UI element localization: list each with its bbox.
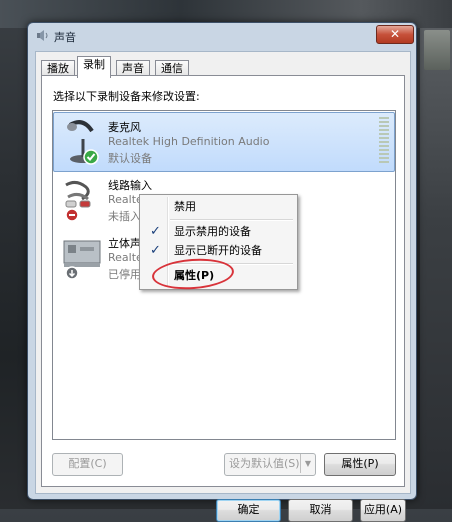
desktop-thumbnail (424, 30, 450, 70)
device-name: 麦克风 (108, 121, 141, 134)
device-context-menu: 禁用 ✓ 显示禁用的设备 ✓ 显示已断开的设备 属性(P) (139, 194, 298, 292)
dialog-client-area: 播放 录制 声音 通信 选择以下录制设备来修改设置: 麦克风 Realtek H… (35, 51, 411, 522)
tab-recording[interactable]: 录制 (77, 56, 111, 78)
checkmark-icon: ✓ (150, 243, 161, 258)
menu-item-label: 显示已断开的设备 (174, 244, 262, 257)
set-default-label: 设为默认值(S) (229, 457, 300, 470)
set-default-button[interactable]: 设为默认值(S) ▼ (224, 453, 316, 476)
speaker-icon (37, 30, 48, 41)
menu-item-show-disconnected-devices[interactable]: ✓ 显示已断开的设备 (142, 241, 295, 261)
level-meter (379, 117, 389, 165)
instruction-text: 选择以下录制设备来修改设置: (53, 90, 200, 103)
menu-item-label: 禁用 (174, 200, 196, 213)
close-icon: ✕ (389, 27, 401, 41)
device-name: 线路输入 (108, 179, 152, 192)
device-item-microphone[interactable]: 麦克风 Realtek High Definition Audio 默认设备 (53, 112, 395, 172)
title-bar[interactable]: 声音 ✕ (28, 23, 416, 49)
line-in-cable-icon (65, 180, 91, 222)
menu-item-disable[interactable]: 禁用 (142, 197, 295, 217)
desktop-background-right (420, 28, 452, 509)
properties-button[interactable]: 属性(P) (324, 453, 396, 476)
ok-button[interactable]: 确定 (216, 499, 281, 522)
device-status: 未插入 (108, 210, 141, 223)
menu-item-show-disabled-devices[interactable]: ✓ 显示禁用的设备 (142, 222, 295, 242)
sound-card-icon (63, 240, 101, 280)
device-status: 已停用 (108, 268, 141, 281)
menu-item-label: 显示禁用的设备 (174, 225, 251, 238)
menu-separator (170, 219, 293, 221)
device-description: Realtek High Definition Audio (108, 135, 270, 148)
window-title: 声音 (54, 31, 76, 44)
red-annotation-circle (151, 256, 235, 292)
cancel-button[interactable]: 取消 (288, 499, 353, 522)
apply-button[interactable]: 应用(A) (360, 499, 406, 522)
sound-dialog: 声音 ✕ 播放 录制 声音 通信 选择以下录制设备来修改设置: 麦克风 Real… (27, 22, 417, 522)
close-button[interactable]: ✕ (376, 25, 414, 44)
checkmark-icon: ✓ (150, 224, 161, 239)
device-status: 默认设备 (108, 152, 152, 165)
chevron-down-icon[interactable]: ▼ (300, 454, 315, 473)
tab-panel-recording: 选择以下录制设备来修改设置: 麦克风 Realtek High Definiti… (41, 75, 405, 487)
microphone-icon (67, 120, 99, 165)
configure-button[interactable]: 配置(C) (52, 453, 123, 476)
